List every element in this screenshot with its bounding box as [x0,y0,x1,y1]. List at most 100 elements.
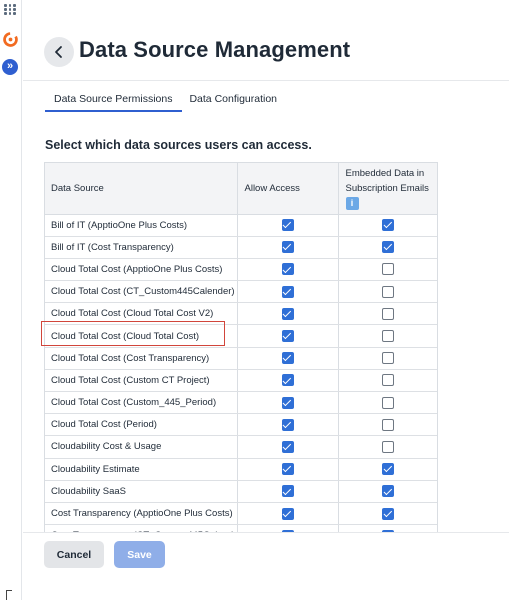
embedded-data-cell [338,236,437,259]
data-source-name: Cloud Total Cost (Cost Transparency) [45,347,238,370]
embedded-data-cell [338,458,437,481]
table-row: Cloud Total Cost (Cloud Total Cost) [45,324,437,348]
column-header-allow-access: Allow Access [237,163,339,215]
embedded-data-checkbox[interactable] [382,285,395,298]
embedded-data-checkbox[interactable] [382,374,395,387]
allow-access-checkbox[interactable] [281,219,294,232]
back-button[interactable] [44,37,74,67]
data-source-name: Bill of IT (ApptioOne Plus Costs) [45,214,238,237]
allow-access-checkbox[interactable] [281,440,294,453]
table-body: Bill of IT (ApptioOne Plus Costs) Bill of… [45,214,437,532]
allow-access-cell [237,369,339,393]
embedded-data-checkbox[interactable] [382,352,395,365]
allow-access-checkbox[interactable] [281,285,294,298]
data-source-name: Cloud Total Cost (ApptioOne Plus Costs) [45,258,238,282]
allow-access-cell [237,214,339,237]
table-row: Cloudability SaaS [45,480,437,503]
cancel-button[interactable]: Cancel [44,541,104,568]
data-source-name: Cloud Total Cost (Custom CT Project) [45,369,238,393]
page-title: Data Source Management [79,37,351,62]
embedded-data-cell [338,480,437,503]
allow-access-cell [237,435,339,459]
embedded-data-checkbox[interactable] [382,307,395,320]
allow-access-checkbox[interactable] [281,330,294,343]
allow-access-cell [237,413,339,437]
collapse-handle-icon[interactable] [6,590,12,600]
embedded-data-checkbox[interactable] [382,219,395,232]
table-row: Cost Transparency (ApptioOne Plus Costs) [45,502,437,526]
allow-access-cell [237,324,339,348]
allow-access-checkbox[interactable] [281,352,294,365]
header-divider [23,80,509,81]
embedded-data-checkbox[interactable] [382,263,395,276]
table-row: Cloud Total Cost (CT_Custom445Calender) [45,280,437,304]
data-source-name: Cloudability Cost & Usage [45,435,238,459]
allow-access-checkbox[interactable] [281,396,294,409]
embedded-data-cell [338,214,437,237]
allow-access-checkbox[interactable] [281,307,294,320]
embedded-data-checkbox[interactable] [382,485,395,498]
allow-access-checkbox[interactable] [281,374,294,387]
chevron-left-icon [55,46,62,58]
embedded-data-checkbox[interactable] [382,440,395,453]
embedded-data-checkbox[interactable] [382,507,395,520]
table-row: Cloud Total Cost (ApptioOne Plus Costs) [45,258,437,282]
embedded-header-line1: Embedded Data in [345,167,425,179]
data-source-name: Cost Transparency (ApptioOne Plus Costs) [45,502,238,526]
column-header-embedded-data: Embedded Data in Subscription Emails i [338,163,437,215]
table-row: Cloud Total Cost (Custom CT Project) [45,369,437,393]
embedded-data-cell [338,435,437,459]
embedded-data-cell [338,413,437,437]
embedded-data-checkbox[interactable] [382,463,395,476]
allow-access-cell [237,347,339,370]
allow-access-checkbox[interactable] [281,241,294,254]
embedded-data-checkbox[interactable] [382,396,395,409]
table-row: Cloudability Estimate [45,458,437,481]
embedded-data-checkbox[interactable] [382,418,395,431]
double-chevron-right-icon[interactable]: » [2,59,18,75]
permissions-table: Data Source Allow Access Embedded Data i… [45,163,437,532]
allow-access-checkbox[interactable] [281,463,294,476]
table-row: Bill of IT (Cost Transparency) [45,236,437,259]
embedded-data-checkbox[interactable] [382,241,395,254]
data-source-name: Cloudability SaaS [45,480,238,503]
tab-data-source-permissions[interactable]: Data Source Permissions [45,90,183,112]
save-button[interactable]: Save [114,541,165,568]
embedded-data-checkbox[interactable] [382,330,395,343]
allow-access-cell [237,302,339,326]
embedded-data-cell [338,502,437,526]
embedded-data-cell [338,324,437,348]
main-panel: Data Source Management Data Source Permi… [23,0,509,600]
embedded-data-cell [338,391,437,415]
table-row: Cloud Total Cost (Cost Transparency) [45,347,437,370]
footer-divider [23,532,509,533]
embedded-data-cell [338,524,437,532]
data-source-name: Cost Transparency (CT_Custom445Calender) [45,524,238,532]
allow-access-cell [237,391,339,415]
table-row: Cloud Total Cost (Period) [45,413,437,437]
left-rail: » [0,0,22,600]
embedded-data-cell [338,302,437,326]
data-source-name: Cloud Total Cost (Cloud Total Cost V2) [45,302,238,326]
column-header-data-source: Data Source [45,163,238,215]
embedded-data-cell [338,280,437,304]
allow-access-checkbox[interactable] [281,485,294,498]
info-icon[interactable]: i [345,196,359,210]
allow-access-checkbox[interactable] [281,418,294,431]
allow-access-cell [237,524,339,532]
data-source-name: Bill of IT (Cost Transparency) [45,236,238,259]
apps-grid-icon[interactable] [4,4,16,15]
table-row: Cloud Total Cost (Cloud Total Cost V2) [45,302,437,326]
tab-data-configuration[interactable]: Data Configuration [180,90,287,110]
section-subtitle: Select which data sources users can acce… [45,138,312,152]
embedded-data-cell [338,258,437,282]
allow-access-checkbox[interactable] [281,263,294,276]
allow-access-cell [237,480,339,503]
table-header-row: Data Source Allow Access Embedded Data i… [45,163,437,215]
apptio-logo-icon[interactable] [2,31,19,48]
allow-access-checkbox[interactable] [281,507,294,520]
allow-access-cell [237,458,339,481]
permissions-table-scroll[interactable]: Data Source Allow Access Embedded Data i… [44,162,438,532]
data-source-name: Cloud Total Cost (Cloud Total Cost) [45,324,238,348]
data-source-name: Cloud Total Cost (Period) [45,413,238,437]
